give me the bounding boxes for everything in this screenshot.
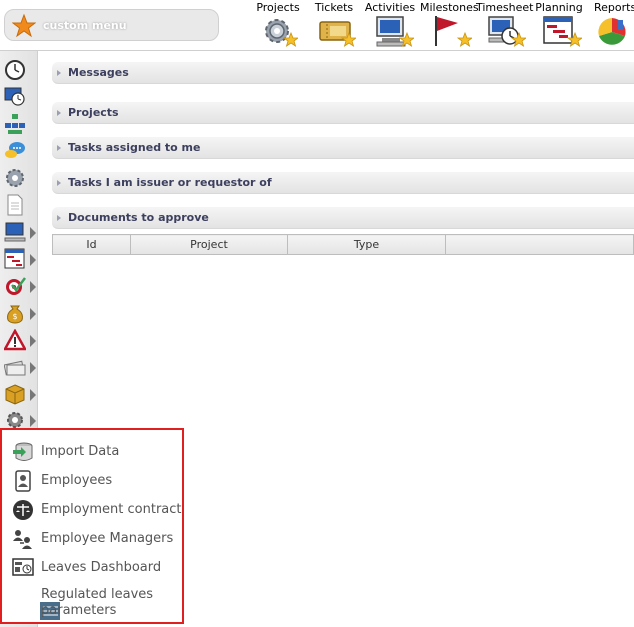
menu-planning[interactable]: Planning: [534, 0, 584, 50]
section-projects[interactable]: Projects: [52, 102, 634, 124]
expand-arrow-icon[interactable]: [30, 335, 36, 347]
section-title: Documents to approve: [68, 211, 209, 224]
computer-icon: [376, 16, 414, 47]
leaves-dashboard-icon: [12, 558, 34, 576]
collapse-triangle-icon: [57, 215, 61, 221]
package-icon[interactable]: [4, 383, 26, 405]
menu-timesheet[interactable]: Timesheet: [476, 0, 534, 50]
section-messages[interactable]: Messages: [52, 62, 634, 84]
expand-arrow-icon[interactable]: [30, 308, 36, 320]
chat-bubbles-icon[interactable]: [4, 140, 26, 162]
svg-text:$: $: [12, 312, 17, 321]
expand-arrow-icon[interactable]: [30, 254, 36, 266]
menu-tickets-label: Tickets: [314, 1, 354, 14]
custom-menu-label: custom menu: [43, 19, 127, 32]
menu-projects[interactable]: Projects: [254, 0, 302, 50]
submenu-item-employees[interactable]: Employees: [12, 468, 182, 494]
employees-icon: [15, 470, 31, 492]
section-tasks-assigned[interactable]: Tasks assigned to me: [52, 137, 634, 159]
submenu-item-label: Import Data: [41, 444, 120, 459]
expand-arrow-icon[interactable]: [30, 415, 36, 427]
gantt-chart-icon[interactable]: [4, 248, 26, 270]
section-title: Messages: [68, 66, 129, 79]
planning-chart-icon: [543, 16, 582, 47]
import-data-icon: [13, 442, 33, 461]
top-menu-bar: custom menu Projects Tickets Activities: [0, 0, 634, 51]
menu-tickets[interactable]: Tickets: [310, 0, 358, 50]
submenu-item-label: Employee Managers: [41, 531, 174, 546]
menu-reports[interactable]: Reports: [590, 0, 634, 50]
monitor-clock-icon[interactable]: [4, 86, 26, 108]
column-header-project[interactable]: Project: [130, 234, 288, 255]
submenu-item-regulated-leaves[interactable]: Regulated leaves parameters: [12, 586, 182, 620]
collapse-triangle-icon: [57, 145, 61, 151]
submenu-item-employment-contract[interactable]: Employment contract: [12, 497, 182, 523]
section-title: Projects: [68, 106, 119, 119]
submenu-item-import-data[interactable]: Import Data: [12, 439, 182, 465]
expand-arrow-icon[interactable]: [30, 389, 36, 401]
section-tasks-issuer[interactable]: Tasks I am issuer or requestor of: [52, 172, 634, 194]
reports-pie-chart-icon: [598, 18, 626, 45]
table-header-row: Id Project Type: [52, 234, 634, 255]
target-check-icon[interactable]: [4, 275, 26, 297]
settings-gear-icon[interactable]: [4, 167, 26, 189]
submenu-item-label: Employment contract: [41, 502, 182, 517]
money-bag-icon[interactable]: $: [4, 302, 26, 324]
menu-planning-label: Planning: [535, 1, 583, 14]
ticket-icon: [319, 21, 356, 47]
expand-arrow-icon[interactable]: [30, 227, 36, 239]
menu-activities-label: Activities: [364, 1, 416, 14]
org-chart-icon[interactable]: [4, 113, 26, 135]
menu-projects-label: Projects: [256, 1, 300, 14]
column-header-type[interactable]: Type: [287, 234, 446, 255]
bills-icon[interactable]: [4, 356, 26, 378]
custom-menu-button[interactable]: custom menu: [4, 9, 219, 41]
submenu-item-label: Employees: [41, 473, 113, 488]
collapse-triangle-icon: [57, 110, 61, 116]
submenu-item-employee-managers[interactable]: Employee Managers: [12, 526, 182, 552]
employment-contract-icon: [13, 500, 33, 520]
collapse-triangle-icon: [57, 70, 61, 76]
document-icon[interactable]: [4, 194, 26, 216]
submenu-item-label: Regulated leaves parameters: [41, 587, 154, 618]
employee-managers-icon: [13, 530, 32, 549]
menu-timesheet-label: Timesheet: [476, 1, 534, 14]
timesheet-icon: [488, 16, 526, 47]
column-header-id[interactable]: Id: [52, 234, 131, 255]
section-documents-to-approve[interactable]: Documents to approve: [52, 207, 634, 229]
collapse-triangle-icon: [57, 180, 61, 186]
menu-milestones[interactable]: Milestones: [420, 0, 479, 50]
section-title: Tasks assigned to me: [68, 141, 201, 154]
menu-reports-label: Reports: [594, 1, 634, 14]
section-title: Tasks I am issuer or requestor of: [68, 176, 272, 189]
star-icon: [12, 14, 36, 38]
human-resources-submenu: Import Data Employees Employment contrac…: [0, 428, 184, 624]
documents-table: Id Project Type: [52, 234, 634, 255]
flag-icon: [435, 16, 472, 47]
computer-icon[interactable]: [4, 221, 26, 243]
expand-arrow-icon[interactable]: [30, 281, 36, 293]
expand-arrow-icon[interactable]: [30, 362, 36, 374]
menu-milestones-label: Milestones: [420, 1, 479, 14]
gear-icon: [265, 19, 298, 47]
column-header-empty: [445, 234, 634, 255]
warning-icon[interactable]: [4, 329, 26, 351]
submenu-item-label: Leaves Dashboard: [41, 560, 162, 575]
clock-icon[interactable]: [4, 59, 26, 81]
submenu-item-leaves-dashboard[interactable]: Leaves Dashboard: [12, 555, 182, 581]
menu-activities[interactable]: Activities: [364, 0, 416, 50]
